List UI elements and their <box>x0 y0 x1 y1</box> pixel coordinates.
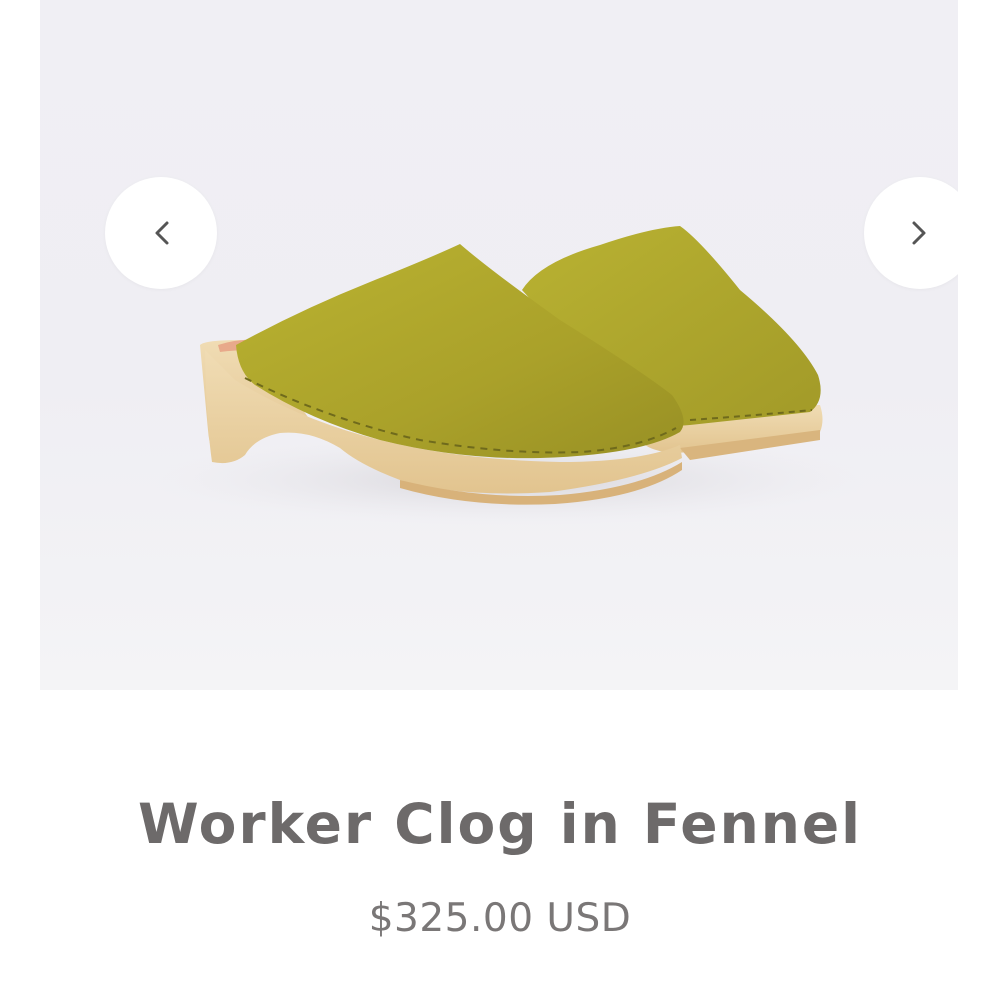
previous-image-button[interactable] <box>105 177 217 289</box>
chevron-right-icon <box>908 217 932 249</box>
product-price: $325.00 USD <box>368 896 632 941</box>
chevron-left-icon <box>149 217 173 249</box>
product-image-gallery <box>40 0 958 690</box>
product-title: Worker Clog in Fennel <box>137 792 863 856</box>
product-photo <box>150 226 870 525</box>
